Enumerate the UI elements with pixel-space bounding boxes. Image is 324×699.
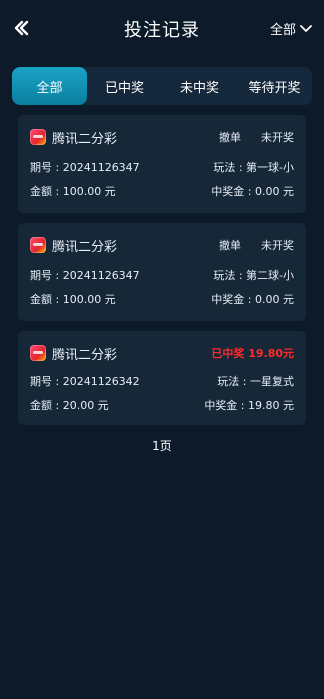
game-info: 腾讯二分彩 (30, 236, 117, 255)
period-number: 期号 : 20241126342 (30, 375, 140, 388)
bet-record-list: 腾讯二分彩 撤单 未开奖 期号 : 20241126347 玩法 : 第一球-小… (18, 115, 306, 425)
tab-lost[interactable]: 未中奖 (162, 67, 237, 105)
game-info: 腾讯二分彩 (30, 344, 117, 363)
page: 投注记录 全部 全部 已中奖 未中奖 等待开奖 腾讯二分彩 撤单 未开奖 期号 … (0, 0, 324, 699)
prize-amount: 中奖金 : 0.00 元 (211, 293, 294, 306)
tab-label: 等待开奖 (248, 80, 301, 96)
record-header: 腾讯二分彩 已中奖 19.80元 (30, 341, 294, 365)
game-name: 腾讯二分彩 (52, 131, 118, 147)
prize-amount: 中奖金 : 0.00 元 (211, 185, 294, 198)
filter-dropdown[interactable]: 全部 (270, 19, 312, 38)
record-row-1: 期号 : 20241126347 玩法 : 第一球-小 (30, 159, 294, 175)
tab-label: 全部 (36, 80, 63, 96)
record-header: 腾讯二分彩 撤单 未开奖 (30, 233, 294, 257)
record-status: 未开奖 (261, 239, 294, 252)
header: 投注记录 全部 (0, 0, 324, 58)
record-status: 未开奖 (261, 131, 294, 144)
page-indicator: 1页 (152, 439, 172, 453)
page-title: 投注记录 (124, 20, 200, 41)
game-info: 腾讯二分彩 (30, 128, 117, 147)
chevron-down-icon (300, 24, 312, 32)
play-method: 玩法 : 第二球-小 (213, 269, 294, 282)
bet-record-card[interactable]: 腾讯二分彩 撤单 未开奖 期号 : 20241126347 玩法 : 第一球-小… (18, 115, 306, 213)
play-method: 玩法 : 第一球-小 (213, 161, 294, 174)
record-actions: 撤单 未开奖 (219, 129, 294, 145)
lottery-app-icon (30, 345, 46, 361)
prize-amount: 中奖金 : 19.80 元 (204, 399, 294, 412)
back-icon (14, 20, 29, 36)
cancel-bet-button[interactable]: 撤单 (219, 237, 241, 253)
record-row-2: 金额 : 20.00 元 中奖金 : 19.80 元 (30, 397, 294, 413)
bet-amount: 金额 : 20.00 元 (30, 399, 109, 412)
record-actions: 已中奖 19.80元 (211, 345, 294, 361)
tab-label: 已中奖 (104, 80, 144, 96)
status-tabs: 全部 已中奖 未中奖 等待开奖 (12, 67, 312, 105)
lottery-app-icon (30, 237, 46, 253)
record-row-2: 金额 : 100.00 元 中奖金 : 0.00 元 (30, 183, 294, 199)
lottery-app-icon (30, 129, 46, 145)
game-name: 腾讯二分彩 (52, 347, 118, 363)
record-row-1: 期号 : 20241126342 玩法 : 一星复式 (30, 373, 294, 389)
record-row-2: 金额 : 100.00 元 中奖金 : 0.00 元 (30, 291, 294, 307)
cancel-bet-button[interactable]: 撤单 (219, 129, 241, 145)
tab-won[interactable]: 已中奖 (87, 67, 162, 105)
bet-record-card[interactable]: 腾讯二分彩 撤单 未开奖 期号 : 20241126347 玩法 : 第二球-小… (18, 223, 306, 321)
record-actions: 撤单 未开奖 (219, 237, 294, 253)
period-number: 期号 : 20241126347 (30, 269, 140, 282)
record-status: 已中奖 19.80元 (211, 347, 294, 360)
bet-amount: 金额 : 100.00 元 (30, 185, 116, 198)
bet-amount: 金额 : 100.00 元 (30, 293, 116, 306)
bet-record-card[interactable]: 腾讯二分彩 已中奖 19.80元 期号 : 20241126342 玩法 : 一… (18, 331, 306, 425)
record-row-1: 期号 : 20241126347 玩法 : 第二球-小 (30, 267, 294, 283)
play-method: 玩法 : 一星复式 (217, 375, 294, 388)
back-button[interactable] (12, 18, 32, 38)
filter-label: 全部 (269, 23, 296, 38)
period-number: 期号 : 20241126347 (30, 161, 140, 174)
tab-all[interactable]: 全部 (12, 67, 87, 105)
tab-label: 未中奖 (179, 80, 219, 96)
record-header: 腾讯二分彩 撤单 未开奖 (30, 125, 294, 149)
tab-pending[interactable]: 等待开奖 (237, 67, 312, 105)
game-name: 腾讯二分彩 (52, 239, 118, 255)
